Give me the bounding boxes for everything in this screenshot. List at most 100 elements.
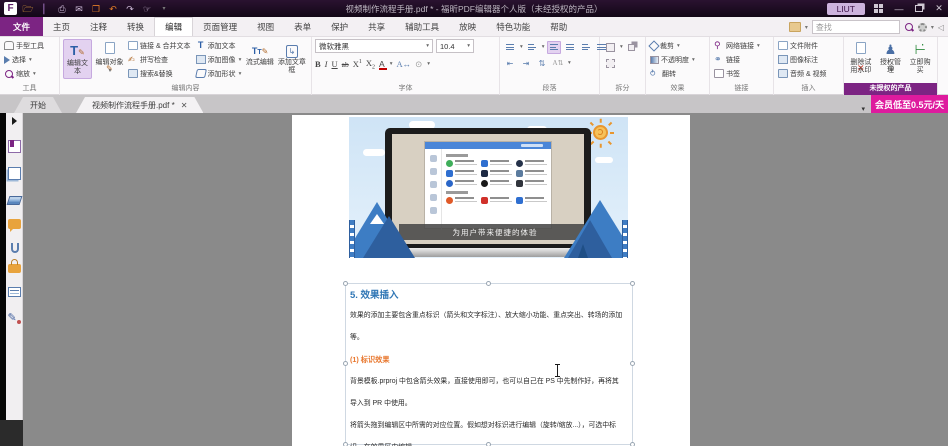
search-icon[interactable]	[904, 22, 914, 32]
selected-text-block[interactable]: 5. 效果插入 效果的添加主要包含重点标识（箭头和文字标注）、放大缩小功能、重点…	[343, 281, 635, 446]
find-scope-dropdown[interactable]: ▾	[805, 24, 808, 31]
tab-features[interactable]: 特色功能	[486, 17, 540, 36]
comments-icon[interactable]	[7, 219, 21, 232]
numbered-list-dropdown[interactable]: ▾	[542, 44, 545, 50]
image-annotation-button[interactable]: 图像标注	[777, 53, 828, 66]
tab-home[interactable]: 主页	[43, 17, 80, 36]
selection-handle[interactable]	[486, 281, 491, 286]
selection-handle[interactable]	[343, 442, 348, 446]
gear-dropdown[interactable]: ▾	[931, 24, 934, 31]
tab-file[interactable]: 文件	[0, 17, 44, 36]
edit-text-button[interactable]: T✎ 编辑文本	[63, 39, 92, 79]
tab-present[interactable]: 放映	[449, 17, 486, 36]
tab-edit[interactable]: 编辑	[154, 17, 194, 36]
italic-button[interactable]: I	[325, 59, 328, 69]
snapshot-icon[interactable]: ❐	[90, 3, 102, 15]
restore-button[interactable]	[915, 5, 923, 12]
char-spacing-button[interactable]: A↔	[396, 59, 411, 69]
signature-icon[interactable]: ✎	[8, 311, 21, 324]
tab-help[interactable]: 帮助	[540, 17, 577, 36]
link-join-text-button[interactable]: 链接 & 合并文本	[127, 39, 192, 52]
tab-view[interactable]: 视图	[247, 17, 284, 36]
zoom-button[interactable]: 缩放 ▾	[3, 67, 45, 80]
frame-button[interactable]	[603, 57, 617, 70]
spell-check-button[interactable]: ✍ 拼写检查	[127, 53, 192, 66]
redo-icon[interactable]: ↷	[124, 3, 136, 15]
flip-button[interactable]: ⥁ 翻转	[649, 67, 696, 80]
increase-indent-button[interactable]: ⇥	[519, 57, 533, 70]
close-doc-tab-icon[interactable]: ✕	[181, 101, 188, 110]
selection-handle[interactable]	[630, 361, 635, 366]
align-right-button[interactable]	[579, 41, 593, 54]
tab-convert[interactable]: 转换	[117, 17, 154, 36]
edit-object-button[interactable]: ✎ 编辑对象▾	[95, 39, 124, 77]
align-center-button[interactable]	[563, 41, 577, 54]
selection-handle[interactable]	[343, 361, 348, 366]
weblink-button[interactable]: ⚲ 网络链接 ▾	[713, 39, 761, 52]
close-button[interactable]: ✕	[932, 3, 946, 14]
line-spacing-button[interactable]: ⇅	[535, 57, 549, 70]
add-shape-button[interactable]: 添加形状 ▾	[194, 67, 243, 80]
mail-icon[interactable]: ✉	[73, 3, 85, 15]
buy-now-button[interactable]: ⊢̇ 立即购买	[906, 39, 934, 77]
workspace-grid-icon[interactable]	[874, 4, 883, 13]
selection-handle[interactable]	[343, 281, 348, 286]
doc-tab-current[interactable]: 视频制作流程手册.pdf * ✕	[76, 97, 203, 113]
selection-handle[interactable]	[630, 442, 635, 446]
search-input[interactable]	[811, 20, 900, 34]
page-thumbnails-icon[interactable]	[7, 167, 21, 180]
tab-organize[interactable]: 页面管理	[193, 17, 247, 36]
selection-handle[interactable]	[486, 442, 491, 446]
reflow-edit-button[interactable]: TT✎ 流式编辑	[245, 39, 274, 69]
bold-button[interactable]: B	[315, 59, 321, 69]
selection-handle[interactable]	[630, 281, 635, 286]
hand-icon[interactable]: ☞	[141, 3, 153, 15]
file-attachment-button[interactable]: 文件附件	[777, 39, 828, 52]
tab-protect[interactable]: 保护	[321, 17, 358, 36]
para-more-dropdown[interactable]: ▾	[568, 60, 571, 66]
print-icon[interactable]: ⎙	[56, 3, 68, 15]
tab-share[interactable]: 共享	[358, 17, 395, 36]
text-style-button[interactable]: ⊙	[415, 59, 422, 70]
tab-comment[interactable]: 注释	[80, 17, 117, 36]
decrease-indent-button[interactable]: ⇤	[503, 57, 517, 70]
attachments-icon[interactable]	[11, 243, 19, 253]
strikethrough-button[interactable]: ab	[342, 60, 349, 69]
split-dropdown[interactable]: ▾	[620, 44, 623, 50]
bookmarks-icon[interactable]	[7, 140, 21, 153]
undo-icon[interactable]: ↶	[107, 3, 119, 15]
gear-icon[interactable]	[917, 22, 927, 32]
open-icon[interactable]: 🗁︎	[22, 3, 34, 15]
align-left-button[interactable]	[546, 40, 561, 54]
font-size-select[interactable]: 10.4 ▾	[436, 39, 474, 53]
qat-more-icon[interactable]: ▾	[158, 3, 170, 15]
superscript-button[interactable]: X1	[353, 59, 362, 69]
subscript-button[interactable]: X2	[366, 58, 375, 71]
crop-button[interactable]: 裁剪 ▾	[648, 39, 696, 52]
merge-box-button[interactable]	[625, 41, 639, 54]
search-replace-button[interactable]: 搜索&替换	[127, 67, 192, 80]
font-color-button[interactable]: A	[379, 59, 387, 70]
hand-tool-button[interactable]: 手型工具	[3, 39, 45, 52]
audio-video-button[interactable]: 音频 & 视频	[777, 67, 828, 80]
font-color-dropdown[interactable]: ▾	[390, 61, 393, 67]
security-icon[interactable]	[7, 259, 21, 273]
membership-promo-banner[interactable]: 会员低至0.5元/天	[870, 95, 948, 113]
layers-icon[interactable]	[6, 196, 22, 205]
license-manage-button[interactable]: ♟ 授权管理	[877, 39, 905, 77]
text-style-dropdown[interactable]: ▾	[427, 61, 430, 67]
add-image-button[interactable]: 添加图像 ▾	[195, 53, 243, 66]
add-text-button[interactable]: T 添加文本	[195, 39, 243, 52]
tab-form[interactable]: 表单	[284, 17, 321, 36]
find-scope-icon[interactable]	[788, 22, 801, 32]
doc-tab-start[interactable]: 开始	[14, 97, 62, 113]
bullet-list-button[interactable]	[503, 41, 517, 54]
underline-button[interactable]: U	[332, 59, 338, 69]
account-badge[interactable]: LIUT	[826, 2, 865, 15]
bookmark-button[interactable]: 书签	[713, 67, 761, 80]
tab-accessibility[interactable]: 辅助工具	[395, 17, 449, 36]
remove-trial-watermark-button[interactable]: ✕ 删除试用水印	[847, 39, 875, 77]
numbered-list-button[interactable]	[525, 41, 539, 54]
minimize-button[interactable]: —	[892, 4, 906, 14]
select-button[interactable]: 选择 ▾	[3, 53, 45, 66]
